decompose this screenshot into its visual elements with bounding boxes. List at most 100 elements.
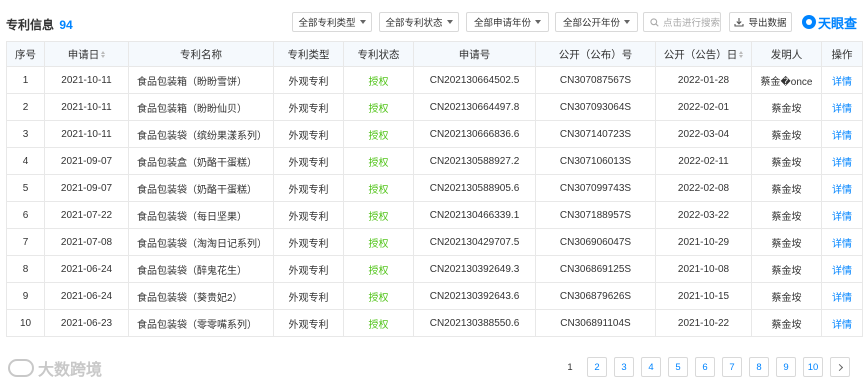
sort-icon[interactable] <box>739 51 744 59</box>
detail-link[interactable]: 详情 <box>821 282 863 310</box>
cell-apply-number: CN202130429707.5 <box>413 228 536 256</box>
detail-link[interactable]: 详情 <box>821 120 863 148</box>
cell-patent-type: 外观专利 <box>273 309 344 337</box>
cell-index: 6 <box>6 201 45 229</box>
cell-patent-type: 外观专利 <box>273 66 344 94</box>
toolbar: 专利信息 94 全部专利类型 全部专利状态 全部申请年份 全部公开年份 点击进行… <box>0 0 866 42</box>
chevron-right-icon <box>835 363 843 371</box>
cell-publication-number: CN307093064S <box>535 93 656 121</box>
col-header-index: 序号 <box>6 41 45 67</box>
page-10-button[interactable]: 10 <box>803 357 823 377</box>
page-9-button[interactable]: 9 <box>776 357 796 377</box>
watermark-logo-icon <box>8 359 34 377</box>
detail-link[interactable]: 详情 <box>821 309 863 337</box>
page-7-button[interactable]: 7 <box>722 357 742 377</box>
export-button[interactable]: 导出数据 <box>729 12 792 32</box>
cell-apply-number: CN202130664502.5 <box>413 66 536 94</box>
detail-link[interactable]: 详情 <box>821 255 863 283</box>
cell-publication-number: CN307099743S <box>535 174 656 202</box>
cell-index: 8 <box>6 255 45 283</box>
search-input[interactable]: 点击进行搜索 <box>643 12 721 32</box>
cell-publication-date: 2021-10-08 <box>655 255 752 283</box>
apply-year-filter[interactable]: 全部申请年份 <box>466 12 549 32</box>
page-4-button[interactable]: 4 <box>641 357 661 377</box>
page-3-button[interactable]: 3 <box>614 357 634 377</box>
cell-apply-number: CN202130392649.3 <box>413 255 536 283</box>
export-label: 导出数据 <box>748 18 787 29</box>
cell-publication-date: 2022-02-01 <box>655 93 752 121</box>
detail-link[interactable]: 详情 <box>821 174 863 202</box>
cell-apply-date: 2021-10-11 <box>44 66 129 94</box>
cell-patent-status: 授权 <box>343 201 414 229</box>
patent-status-filter[interactable]: 全部专利状态 <box>379 12 459 32</box>
brand-text: 天眼查 <box>818 15 858 31</box>
cell-patent-name: 食品包装袋（淘淘日记系列） <box>128 228 274 256</box>
cell-index: 10 <box>6 309 45 337</box>
cell-patent-type: 外观专利 <box>273 201 344 229</box>
detail-link[interactable]: 详情 <box>821 93 863 121</box>
cell-inventor: 蔡金垵 <box>751 228 822 256</box>
pagination: 1 2 3 4 5 6 7 8 9 10 <box>560 357 850 377</box>
cell-apply-date: 2021-06-24 <box>44 282 129 310</box>
table-row: 4 2021-09-07 食品包装盒（奶酪干蛋糕） 外观专利 授权 CN202130588… <box>6 147 863 175</box>
cell-publication-number: CN307140723S <box>535 120 656 148</box>
cell-inventor: 蔡金垵 <box>751 309 822 337</box>
page-6-button[interactable]: 6 <box>695 357 715 377</box>
col-header-apply-date-label: 申请日 <box>67 48 100 61</box>
cell-index: 4 <box>6 147 45 175</box>
cell-patent-status: 授权 <box>343 255 414 283</box>
col-header-type: 专利类型 <box>273 41 344 67</box>
patent-type-filter[interactable]: 全部专利类型 <box>292 12 372 32</box>
cell-apply-date: 2021-09-07 <box>44 147 129 175</box>
cell-inventor: 蔡金�once <box>751 66 822 94</box>
cell-apply-date: 2021-09-07 <box>44 174 129 202</box>
cell-index: 2 <box>6 93 45 121</box>
watermark: 大数跨境 <box>8 356 102 380</box>
download-icon <box>734 18 745 27</box>
cell-publication-date: 2022-02-11 <box>655 147 752 175</box>
cell-inventor: 蔡金垵 <box>751 255 822 283</box>
cell-inventor: 蔡金垵 <box>751 174 822 202</box>
caret-down-icon <box>535 20 541 24</box>
cell-inventor: 蔡金垵 <box>751 120 822 148</box>
cell-apply-date: 2021-07-22 <box>44 201 129 229</box>
col-header-status: 专利状态 <box>343 41 414 67</box>
table-row: 1 2021-10-11 食品包装箱（盼盼雪饼） 外观专利 授权 CN2021306645… <box>6 66 863 94</box>
detail-link[interactable]: 详情 <box>821 201 863 229</box>
cell-patent-name: 食品包装箱（盼盼雪饼） <box>128 66 274 94</box>
col-header-apply-date[interactable]: 申请日 <box>44 41 129 67</box>
page-2-button[interactable]: 2 <box>587 357 607 377</box>
cell-patent-name: 食品包装袋（葵贵妃2） <box>128 282 274 310</box>
cell-patent-name: 食品包装盒（奶酪干蛋糕） <box>128 147 274 175</box>
cell-patent-name: 食品包装袋（缤纷果漾系列） <box>128 120 274 148</box>
next-page-button[interactable] <box>830 357 850 377</box>
cell-patent-type: 外观专利 <box>273 147 344 175</box>
detail-link[interactable]: 详情 <box>821 66 863 94</box>
cell-apply-date: 2021-06-24 <box>44 255 129 283</box>
search-placeholder: 点击进行搜索 <box>663 18 721 29</box>
page-title: 专利信息 94 <box>6 16 73 33</box>
cell-apply-number: CN202130664497.8 <box>413 93 536 121</box>
table-row: 8 2021-06-24 食品包装袋（醉鬼花生） 外观专利 授权 CN2021303926… <box>6 255 863 283</box>
cell-publication-number: CN307087567S <box>535 66 656 94</box>
cell-apply-date: 2021-10-11 <box>44 120 129 148</box>
page-8-button[interactable]: 8 <box>749 357 769 377</box>
publish-year-filter[interactable]: 全部公开年份 <box>555 12 638 32</box>
apply-year-filter-label: 全部申请年份 <box>473 18 531 29</box>
cell-index: 7 <box>6 228 45 256</box>
result-count: 94 <box>59 18 73 32</box>
col-header-pub-date[interactable]: 公开（公告）日 <box>655 41 752 67</box>
cell-patent-name: 食品包装箱（盼盼仙贝） <box>128 93 274 121</box>
table-header-row: 序号 申请日 专利名称 专利类型 专利状态 申请号 公开（公布）号 公开（公告）… <box>6 41 863 67</box>
table-row: 6 2021-07-22 食品包装袋（每日坚果） 外观专利 授权 CN2021304663… <box>6 201 863 229</box>
cell-inventor: 蔡金垵 <box>751 93 822 121</box>
detail-link[interactable]: 详情 <box>821 147 863 175</box>
detail-link[interactable]: 详情 <box>821 228 863 256</box>
page-5-button[interactable]: 5 <box>668 357 688 377</box>
sort-icon[interactable] <box>101 51 106 59</box>
col-header-apply-no: 申请号 <box>413 41 536 67</box>
cell-publication-number: CN307106013S <box>535 147 656 175</box>
cell-apply-number: CN202130666836.6 <box>413 120 536 148</box>
cell-publication-date: 2022-03-22 <box>655 201 752 229</box>
page-1-button[interactable]: 1 <box>560 357 580 377</box>
